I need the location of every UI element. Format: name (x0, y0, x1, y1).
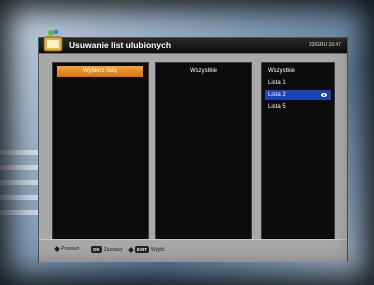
navigation-arrows-icon (128, 246, 134, 253)
exit-key-icon: EXIT (135, 246, 150, 253)
favourites-app-icon (43, 29, 63, 52)
list-item-lista-1[interactable]: Lista 1 (265, 78, 331, 88)
hint-move-label: Przesuń (61, 246, 80, 252)
hint-exit-label: Wyjdź (151, 246, 165, 253)
favourite-lists-panel: Wszystkie Lista 1 Lista 2 Lista 5 (261, 62, 335, 255)
list-item-lista-5[interactable]: Lista 5 (265, 102, 331, 112)
channels-panel-header: Wszystkie (190, 68, 217, 74)
clock-readout: 23/GRU 16:47 (309, 42, 341, 48)
navigation-arrows-icon (54, 246, 60, 252)
hint-ok: OK Zaznacz (91, 246, 123, 253)
title-bar: Usuwanie list ulubionych 23/GRU 16:47 (39, 29, 347, 54)
hint-ok-label: Zaznacz (103, 246, 123, 253)
channels-panel: Wszystkie (155, 62, 252, 255)
ok-key-icon: OK (91, 246, 102, 253)
hint-move: Przesuń (54, 246, 80, 252)
backdrop-stripe (0, 150, 40, 155)
eye-icon (321, 93, 327, 97)
key-hints-bar: Przesuń OK Zaznacz EXIT Wyjdź (39, 239, 347, 262)
select-list-button[interactable]: Wybierz listę (57, 66, 143, 77)
list-item-lista-2[interactable]: Lista 2 (265, 90, 331, 100)
hint-exit: EXIT Wyjdź (128, 246, 165, 253)
list-item-wszystkie[interactable]: Wszystkie (265, 66, 331, 76)
select-list-panel: Wybierz listę (52, 62, 149, 255)
dialog-title: Usuwanie list ulubionych (69, 40, 172, 50)
favourites-delete-dialog: Usuwanie list ulubionych 23/GRU 16:47 Wy… (38, 29, 348, 262)
list-item-label: Lista 2 (268, 92, 286, 98)
